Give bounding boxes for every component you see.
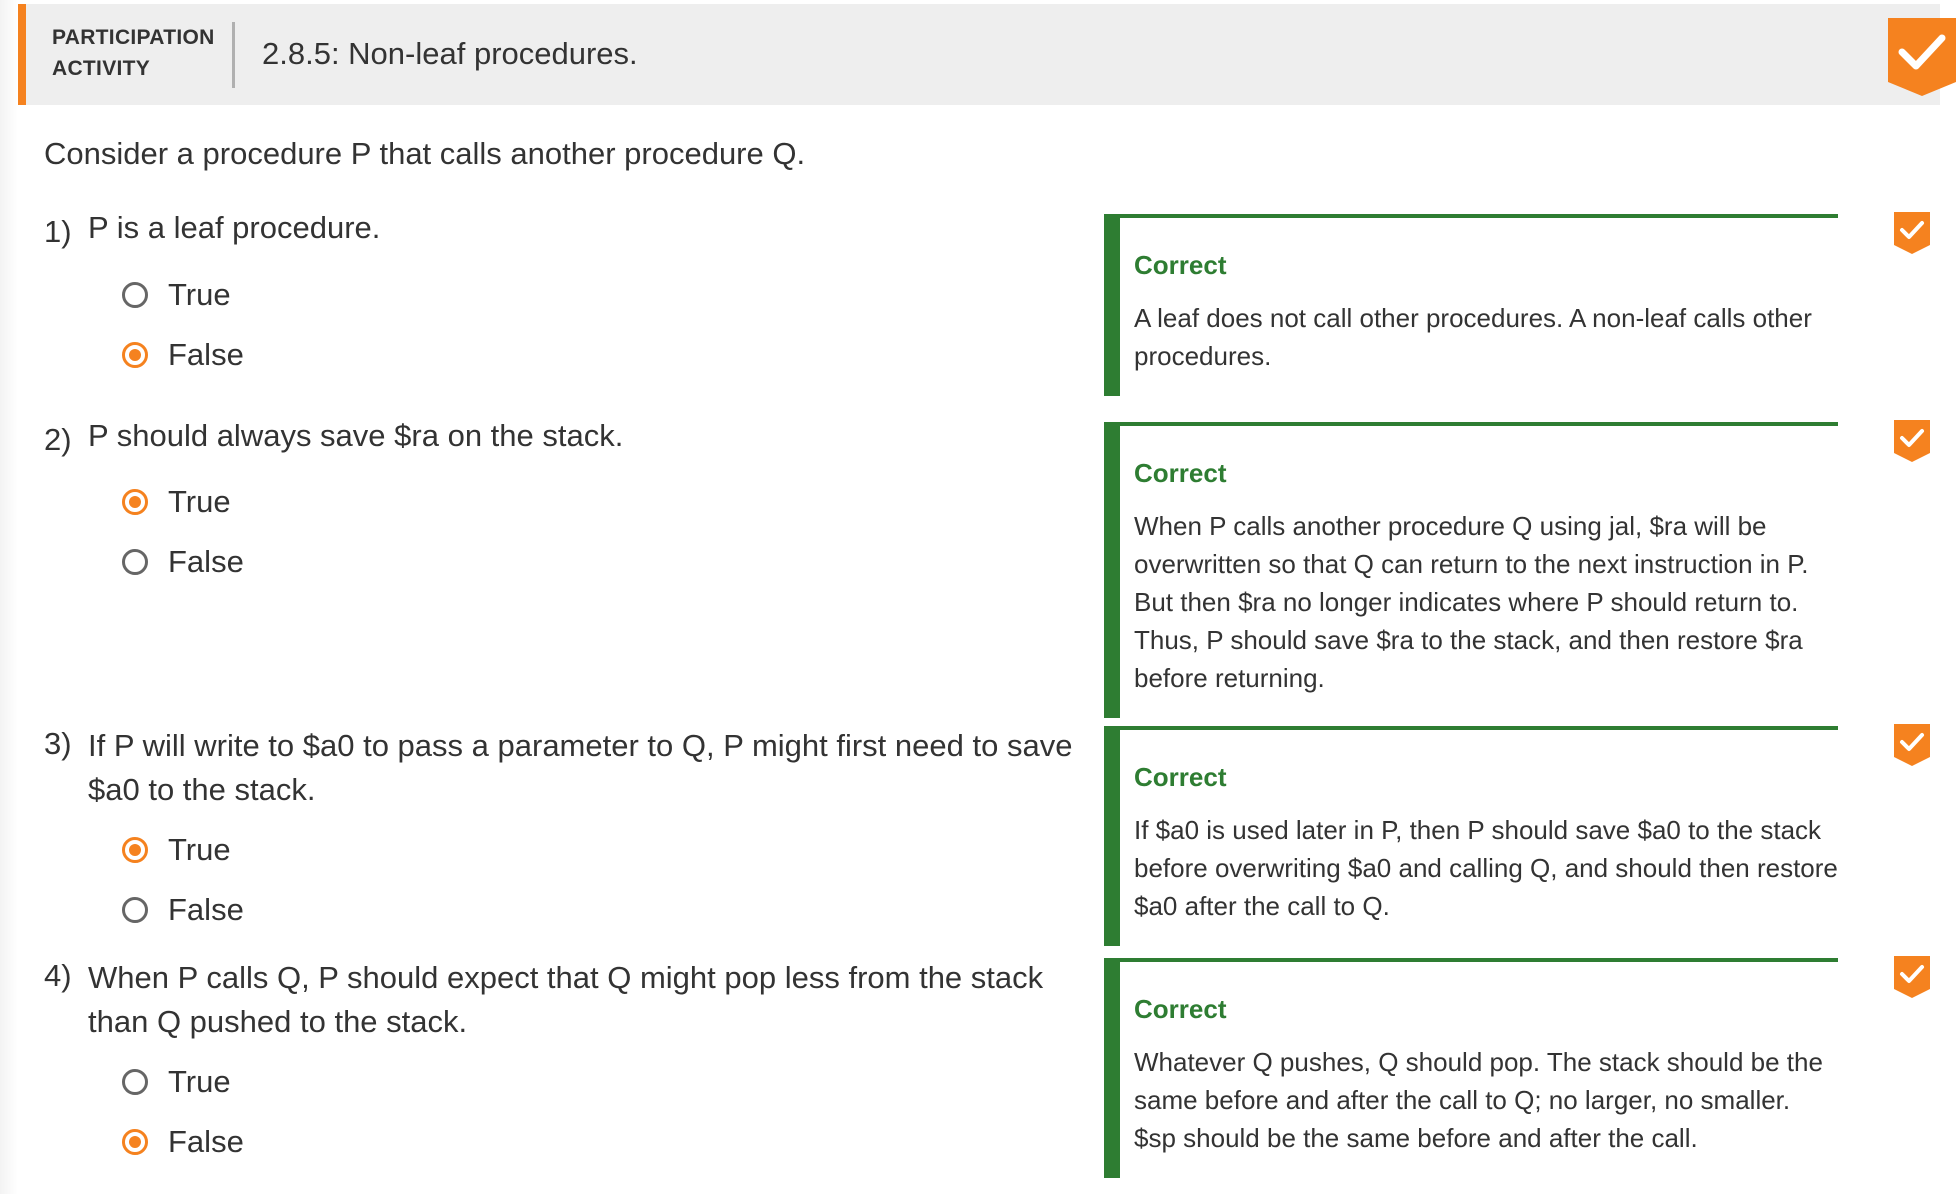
page-left-edge <box>0 0 18 1194</box>
question-complete-checkmark-icon <box>1894 212 1930 254</box>
radio-button[interactable] <box>122 1069 148 1095</box>
feedback-title: Correct <box>1134 994 1227 1024</box>
option-label: True <box>168 1064 231 1099</box>
option-true[interactable]: True <box>122 275 231 315</box>
option-false[interactable]: False <box>122 1122 244 1162</box>
feedback-panel: Correct When P calls another procedure Q… <box>1104 422 1838 718</box>
option-label: False <box>168 1124 244 1159</box>
question-text: P should always save $ra on the stack. <box>88 418 624 453</box>
radio-button[interactable] <box>122 897 148 923</box>
feedback-text: A leaf does not call other procedures. A… <box>1134 303 1812 371</box>
option-true[interactable]: True <box>122 1062 231 1102</box>
question-text: When P calls Q, P should expect that Q m… <box>88 960 1044 1039</box>
feedback-text: When P calls another procedure Q using j… <box>1134 511 1809 693</box>
option-false[interactable]: False <box>122 335 244 375</box>
activity-intro: Consider a procedure P that calls anothe… <box>44 136 806 171</box>
feedback-title: Correct <box>1134 458 1227 488</box>
question-complete-checkmark-icon <box>1894 724 1930 766</box>
option-false[interactable]: False <box>122 890 244 930</box>
activity-complete-checkmark-icon <box>1888 18 1956 96</box>
option-false[interactable]: False <box>122 542 244 582</box>
activity-type-line2: ACTIVITY <box>52 57 151 80</box>
radio-button[interactable] <box>122 549 148 575</box>
option-label: True <box>168 484 231 519</box>
radio-button-selected[interactable] <box>122 489 148 515</box>
option-true[interactable]: True <box>122 830 231 870</box>
option-label: False <box>168 544 244 579</box>
activity-header: PARTICIPATION ACTIVITY 2.8.5: Non-leaf p… <box>18 4 1956 105</box>
feedback-title: Correct <box>1134 250 1227 280</box>
question-number: 3) <box>44 726 72 761</box>
radio-button-selected[interactable] <box>122 837 148 863</box>
feedback-panel: Correct If $a0 is used later in P, then … <box>1104 726 1838 946</box>
question-complete-checkmark-icon <box>1894 956 1930 998</box>
header-divider <box>232 22 235 88</box>
radio-button-selected[interactable] <box>122 342 148 368</box>
radio-button-selected[interactable] <box>122 1129 148 1155</box>
activity-type-label: PARTICIPATION ACTIVITY <box>52 22 215 84</box>
option-label: False <box>168 892 244 927</box>
option-true[interactable]: True <box>122 482 231 522</box>
radio-button[interactable] <box>122 282 148 308</box>
option-label: True <box>168 832 231 867</box>
feedback-title: Correct <box>1134 762 1227 792</box>
question-text: If P will write to $a0 to pass a paramet… <box>88 728 1073 807</box>
feedback-text: Whatever Q pushes, Q should pop. The sta… <box>1134 1047 1823 1153</box>
question-complete-checkmark-icon <box>1894 420 1930 462</box>
question-number: 4) <box>44 958 72 993</box>
question-text: P is a leaf procedure. <box>88 210 381 245</box>
option-label: False <box>168 337 244 372</box>
question-number: 2) <box>44 422 72 457</box>
feedback-panel: Correct Whatever Q pushes, Q should pop.… <box>1104 958 1838 1178</box>
feedback-text: If $a0 is used later in P, then P should… <box>1134 815 1838 921</box>
activity-title: 2.8.5: Non-leaf procedures. <box>262 36 638 71</box>
option-label: True <box>168 277 231 312</box>
feedback-panel: Correct A leaf does not call other proce… <box>1104 214 1838 396</box>
question-number: 1) <box>44 214 72 249</box>
activity-type-line1: PARTICIPATION <box>52 26 215 49</box>
